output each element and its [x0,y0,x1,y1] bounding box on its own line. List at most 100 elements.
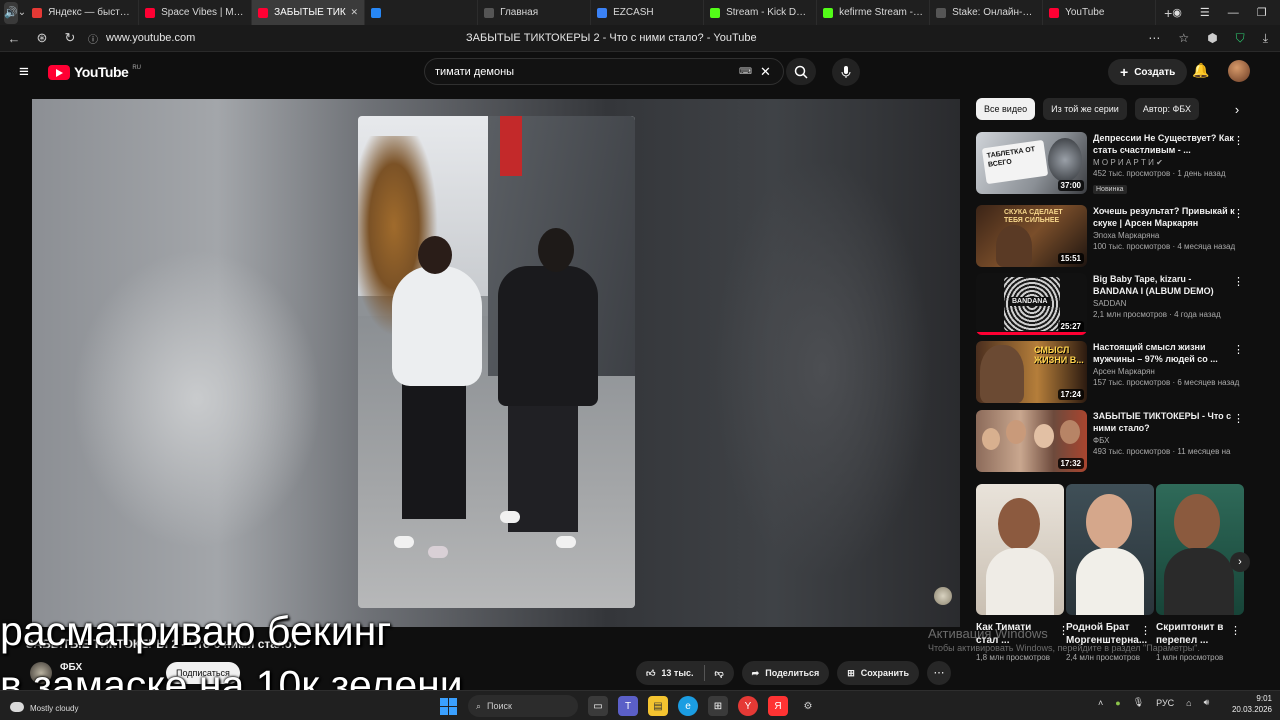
search-input[interactable] [435,65,735,78]
taskbar-search[interactable]: ⌕ Поиск [468,695,578,717]
chevron-right-icon[interactable]: › [1228,102,1246,117]
list-item[interactable]: СМЫСЛ ЖИЗНИ В... 17:24 Настоящий смысл ж… [976,341,1248,403]
sound-icon[interactable]: 🔊 [4,1,18,24]
video-title[interactable]: Настоящий смысл жизни мужчины – 97% люде… [1093,341,1238,365]
dislike-button[interactable]: 👎︎ [705,668,734,679]
reload-icon[interactable]: ↻ [56,30,84,46]
channel-name[interactable]: ФБХ [1093,436,1238,445]
voice-search-button[interactable] [832,58,860,86]
more-actions-icon[interactable]: ⋮ [1233,412,1244,425]
short-thumbnail[interactable] [976,484,1064,615]
clock[interactable]: 9:01 20.03.2026 [1228,693,1272,715]
settings-icon[interactable]: ⚙ [798,696,818,716]
video-meta: 100 тыс. просмотров · 4 месяца назад [1093,242,1236,251]
browser-tab[interactable]: kefirme Stream - Wa [817,0,931,25]
clear-search-icon[interactable]: ✕ [760,64,771,80]
channel-watermark-icon[interactable] [934,587,952,605]
list-item[interactable]: ТАБЛЕТКА ОТ ВСЕГО 37:00 Депрессии Не Сущ… [976,132,1248,194]
more-actions-icon[interactable]: ⋯ [926,661,951,685]
browser-tab[interactable]: Главная [478,0,592,25]
restore-icon[interactable]: ❐ [1257,6,1267,19]
more-actions-icon[interactable]: ⋮ [1233,207,1244,220]
video-thumbnail[interactable]: ТАБЛЕТКА ОТ ВСЕГО 37:00 [976,132,1087,194]
more-actions-icon[interactable]: ⋮ [1233,134,1244,147]
url-text[interactable]: www.youtube.com [106,32,466,44]
shield-icon[interactable]: ⛉ [1236,31,1245,46]
extensions-icon[interactable]: ⊛ [28,30,56,46]
profile-icon[interactable]: ◉ [1172,6,1182,19]
new-tab-button[interactable]: + [1164,3,1172,23]
like-button[interactable]: 👍︎ 13 тыс. [636,668,704,679]
youtube-logo[interactable]: YouTube RU [48,64,141,80]
notifications-bell-icon[interactable]: 🔔 [1192,62,1209,79]
video-frame [358,116,635,608]
chip-series[interactable]: Из той же серии [1043,98,1127,120]
file-explorer-icon[interactable]: ▤ [648,696,668,716]
store-icon[interactable]: ⊞ [708,696,728,716]
share-button[interactable]: ➦ Поделиться [741,661,830,685]
start-button[interactable] [438,696,458,716]
list-item[interactable]: BANDANA 25:27 Big Baby Tape, kizaru - BA… [976,273,1248,335]
video-thumbnail[interactable]: СКУКА СДЕЛАЕТ ТЕБЯ СИЛЬНЕЕ 15:51 [976,205,1087,267]
video-title[interactable]: Big Baby Tape, kizaru - BANDANA I (ALBUM… [1093,273,1238,297]
keyboard-icon[interactable]: ⌨ [739,66,752,77]
teams-icon[interactable]: T [618,696,638,716]
more-actions-icon[interactable]: ⋮ [1233,275,1244,288]
hamburger-menu-icon[interactable]: ≡ [0,62,48,82]
yandex-icon[interactable]: Я [768,696,788,716]
video-thumbnail[interactable]: СМЫСЛ ЖИЗНИ В... 17:24 [976,341,1087,403]
save-button[interactable]: ⊞ Сохранить [837,661,919,685]
video-thumbnail[interactable]: 17:32 [976,410,1087,472]
search-button[interactable] [786,58,816,85]
list-item[interactable]: 17:32 ЗАБЫТЫЕ ТИКТОКЕРЫ - Что с ними ста… [976,410,1248,472]
short-thumbnail[interactable] [1066,484,1154,615]
browser-tab[interactable]: YouTube [1043,0,1157,25]
video-thumbnail[interactable]: BANDANA 25:27 [976,273,1087,335]
edge-icon[interactable]: e [678,696,698,716]
menu-icon[interactable]: ☰ [1200,6,1210,19]
more-actions-icon[interactable]: ⋮ [1230,624,1241,637]
browser-tab[interactable]: Stream - Kick Dashbo [704,0,818,25]
short-thumbnail[interactable] [1156,484,1244,615]
network-icon[interactable]: ⌂ [1186,698,1191,708]
chevron-up-icon[interactable]: ˄ [1098,698,1103,708]
bookmark-icon[interactable]: ☆ [1178,31,1189,45]
site-info-icon[interactable]: ⓘ [88,31,98,46]
yandex-browser-icon[interactable]: Y [738,696,758,716]
chevron-right-icon[interactable]: › [1230,552,1250,572]
create-button[interactable]: + Создать [1108,59,1188,85]
chip-all[interactable]: Все видео [976,98,1036,120]
channel-name[interactable]: SADDAN [1093,299,1238,308]
channel-name[interactable]: Эпоха Маркаряна [1093,231,1238,240]
close-tab-icon[interactable]: ✕ [347,7,359,18]
list-item[interactable]: СКУКА СДЕЛАЕТ ТЕБЯ СИЛЬНЕЕ 15:51 Хочешь … [976,205,1248,267]
weather-widget[interactable]: Mostly cloudy [10,694,78,713]
tray-app-icon[interactable]: ● [1115,698,1120,708]
language-indicator[interactable]: РУС [1156,698,1174,708]
video-player[interactable] [32,99,960,627]
channel-name[interactable]: М О Р И А Р Т И ✔ [1093,158,1238,167]
browser-tab[interactable]: ЗАБЫТЫЕ ТИК ✕ [252,0,366,25]
download-icon[interactable]: ⤓ [1263,31,1268,46]
task-view-icon[interactable]: ▭ [588,696,608,716]
duration: 37:00 [1057,180,1084,191]
video-title[interactable]: Депрессии Не Существует? Как стать счаст… [1093,132,1238,156]
more-icon[interactable]: ⋯ [1148,31,1160,45]
browser-tab[interactable]: EZCASH [591,0,705,25]
chip-author[interactable]: Автор: ФБХ [1134,98,1200,120]
more-actions-icon[interactable]: ⋮ [1233,343,1244,356]
back-icon[interactable]: ← [0,31,28,46]
tab-list-chevron-icon[interactable]: ⌄ [18,7,26,18]
browser-tab[interactable]: Яндекс — быстрый п [26,0,140,25]
microphone-icon[interactable]: 🎙︎ [1133,697,1144,708]
video-title[interactable]: Хочешь результат? Привыкай к скуке | Арс… [1093,205,1238,229]
avatar[interactable] [1228,60,1250,82]
video-title[interactable]: ЗАБЫТЫЕ ТИКТОКЕРЫ - Что с ними стало? [1093,410,1238,434]
volume-icon[interactable]: 🔊︎ [1204,697,1210,708]
browser-tab[interactable]: Space Vibes | Melody [139,0,253,25]
minimize-icon[interactable]: — [1228,7,1239,19]
browser-tab[interactable]: Stake: Онлайн-казин [930,0,1044,25]
browser-tab[interactable] [365,0,479,25]
channel-name[interactable]: Арсен Маркарян [1093,367,1238,376]
vpn-icon[interactable]: ⬢ [1207,31,1217,45]
